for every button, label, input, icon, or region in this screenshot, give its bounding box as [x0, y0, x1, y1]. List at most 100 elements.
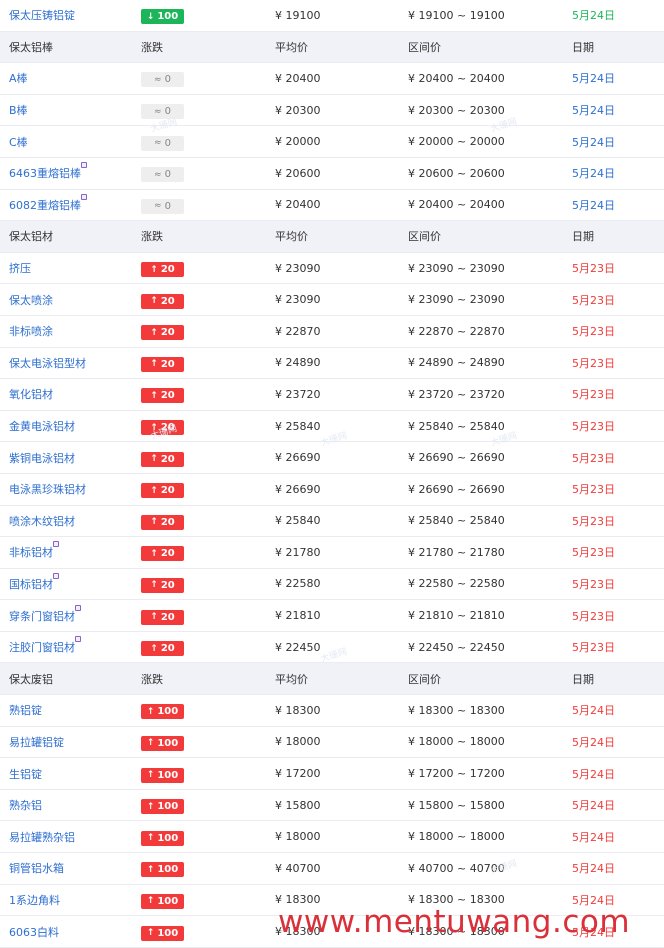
price-range: ¥ 26690 ~ 26690 — [408, 451, 505, 465]
product-name-link[interactable]: 保太压铸铝锭 — [9, 9, 75, 22]
product-name-wrap[interactable]: 6063白料 — [9, 924, 59, 940]
product-name-wrap[interactable]: 1系边角料 — [9, 892, 60, 908]
product-name-link[interactable]: 易拉罐熟杂铝 — [9, 831, 75, 844]
change-value: 100 — [157, 769, 179, 781]
product-name-link[interactable]: 6463重熔铝棒 — [9, 167, 81, 180]
product-name-wrap[interactable]: 紫铜电泳铝材 — [9, 450, 75, 466]
product-name-link[interactable]: 氧化铝材 — [9, 388, 53, 401]
column-header-date: 日期 — [572, 672, 594, 686]
change-badge: ≈0 — [141, 167, 184, 183]
price-date: 5月24日 — [572, 72, 615, 86]
product-name-link[interactable]: 国标铝材 — [9, 578, 53, 591]
product-name-link[interactable]: 金黄电泳铝材 — [9, 420, 75, 433]
product-name-cell: 保太喷涂 — [9, 284, 134, 315]
change-cell: ↑ 20 — [141, 474, 261, 505]
price-range: ¥ 20000 ~ 20000 — [408, 135, 505, 149]
product-name-wrap[interactable]: 挤压 — [9, 260, 31, 276]
arrow-up-icon: ↑ — [146, 770, 155, 781]
change-cell: ↑ 20 — [141, 348, 261, 379]
change-badge: ↑ 20 — [141, 451, 184, 467]
product-name-wrap[interactable]: 生铝锭 — [9, 766, 42, 782]
product-name-wrap[interactable]: A棒 — [9, 70, 28, 86]
product-name-link[interactable]: 保太电泳铝型材 — [9, 357, 86, 370]
product-name-wrap[interactable]: 保太电泳铝型材 — [9, 355, 86, 371]
product-name-cell: 6463重熔铝棒 — [9, 158, 134, 189]
product-name-link[interactable]: B棒 — [9, 104, 28, 117]
price-range: ¥ 40700 ~ 40700 — [408, 861, 505, 875]
product-name-link[interactable]: 非标喷涂 — [9, 325, 53, 338]
product-name-wrap[interactable]: 6082重熔铝棒 — [9, 193, 87, 213]
table-row: 穿条门窗铝材 ↑ 20 ¥ 21810 ¥ 21810 ~ 21810 5月23日 — [0, 600, 664, 632]
product-name-wrap[interactable]: 国标铝材 — [9, 572, 59, 592]
product-name-link[interactable]: 喷涂木纹铝材 — [9, 515, 75, 528]
product-name-wrap[interactable]: 喷涂木纹铝材 — [9, 513, 75, 529]
product-name-wrap[interactable]: 保太喷涂 — [9, 292, 53, 308]
product-name-wrap[interactable]: 铜管铝水箱 — [9, 860, 64, 876]
arrow-flat-icon: ≈ — [154, 201, 162, 212]
product-name-wrap[interactable]: 易拉罐熟杂铝 — [9, 829, 75, 845]
table-row: 熟杂铝 ↑ 100 ¥ 15800 ¥ 15800 ~ 15800 5月24日 — [0, 790, 664, 822]
product-name-wrap[interactable]: 穿条门窗铝材 — [9, 604, 81, 624]
product-name-wrap[interactable]: 氧化铝材 — [9, 386, 53, 402]
product-name-wrap[interactable]: 易拉罐铝锭 — [9, 734, 64, 750]
product-name-link[interactable]: 穿条门窗铝材 — [9, 610, 75, 623]
arrow-up-icon: ↑ — [150, 422, 158, 433]
product-name-link[interactable]: 6082重熔铝棒 — [9, 199, 81, 212]
arrow-up-icon: ↑ — [150, 612, 158, 623]
product-name-cell: 易拉罐铝锭 — [9, 727, 134, 758]
product-name-wrap[interactable]: 熟杂铝 — [9, 797, 42, 813]
product-name-wrap[interactable]: 注胶门窗铝材 — [9, 636, 81, 655]
price-range: ¥ 24890 ~ 24890 — [408, 356, 505, 370]
change-badge: ↑ 20 — [141, 388, 184, 404]
section-title: 保太铝棒 — [9, 40, 53, 54]
price-date: 5月23日 — [572, 262, 615, 276]
avg-price: ¥ 18000 — [275, 735, 321, 749]
price-date: 5月23日 — [572, 514, 615, 528]
product-name-wrap[interactable]: 保太压铸铝锭 — [9, 7, 75, 23]
table-row: 6463重熔铝棒 ≈0 ¥ 20600 ¥ 20600 ~ 20600 5月24日 — [0, 158, 664, 190]
column-header-date: 日期 — [572, 40, 594, 54]
product-name-link[interactable]: 6063白料 — [9, 926, 59, 939]
product-name-link[interactable]: 1系边角料 — [9, 894, 60, 907]
change-value: 0 — [164, 137, 171, 149]
product-name-link[interactable]: 熟杂铝 — [9, 799, 42, 812]
member-tag-icon — [75, 604, 81, 611]
change-cell: ↓ 100 — [141, 0, 261, 31]
product-name-link[interactable]: 电泳黑珍珠铝材 — [9, 483, 86, 496]
product-name-wrap[interactable]: 非标铝材 — [9, 541, 59, 560]
product-name-link[interactable]: 非标铝材 — [9, 546, 53, 559]
arrow-up-icon: ↑ — [146, 928, 155, 939]
product-name-link[interactable]: 易拉罐铝锭 — [9, 736, 64, 749]
product-name-link[interactable]: 铜管铝水箱 — [9, 862, 64, 875]
table-row: 氧化铝材 ↑ 20 ¥ 23720 ¥ 23720 ~ 23720 5月23日 — [0, 379, 664, 411]
product-name-wrap[interactable]: 非标喷涂 — [9, 323, 53, 339]
price-date: 5月23日 — [572, 641, 615, 655]
avg-price: ¥ 26690 — [275, 451, 321, 465]
product-name-link[interactable]: 熟铝锭 — [9, 704, 42, 717]
change-cell: ↑ 20 — [141, 506, 261, 537]
product-name-link[interactable]: 注胶门窗铝材 — [9, 641, 75, 654]
table-row: 电泳黑珍珠铝材 ↑ 20 ¥ 26690 ¥ 26690 ~ 26690 5月23日 — [0, 474, 664, 506]
avg-price: ¥ 23720 — [275, 387, 321, 401]
change-value: 100 — [157, 895, 179, 907]
product-name-link[interactable]: A棒 — [9, 72, 28, 85]
price-range: ¥ 17200 ~ 17200 — [408, 767, 505, 781]
product-name-wrap[interactable]: 金黄电泳铝材 — [9, 418, 75, 434]
product-name-wrap[interactable]: 电泳黑珍珠铝材 — [9, 481, 86, 497]
section-header-row: 保太铝材 涨跌 平均价 区间价 日期 — [0, 221, 664, 253]
product-name-link[interactable]: 挤压 — [9, 262, 31, 275]
product-name-wrap[interactable]: B棒 — [9, 102, 28, 118]
product-name-link[interactable]: C棒 — [9, 136, 28, 149]
product-name-link[interactable]: 紫铜电泳铝材 — [9, 452, 75, 465]
product-name-cell: 保太电泳铝型材 — [9, 348, 134, 379]
product-name-wrap[interactable]: 熟铝锭 — [9, 702, 42, 718]
member-tag-icon — [53, 572, 59, 579]
arrow-up-icon: ↑ — [150, 517, 158, 528]
column-header-range: 区间价 — [408, 230, 441, 244]
product-name-link[interactable]: 生铝锭 — [9, 768, 42, 781]
product-name-link[interactable]: 保太喷涂 — [9, 294, 53, 307]
product-name-wrap[interactable]: C棒 — [9, 134, 28, 150]
change-badge: ↑ 100 — [141, 704, 184, 720]
product-name-wrap[interactable]: 6463重熔铝棒 — [9, 162, 87, 181]
change-value: 20 — [160, 422, 175, 434]
